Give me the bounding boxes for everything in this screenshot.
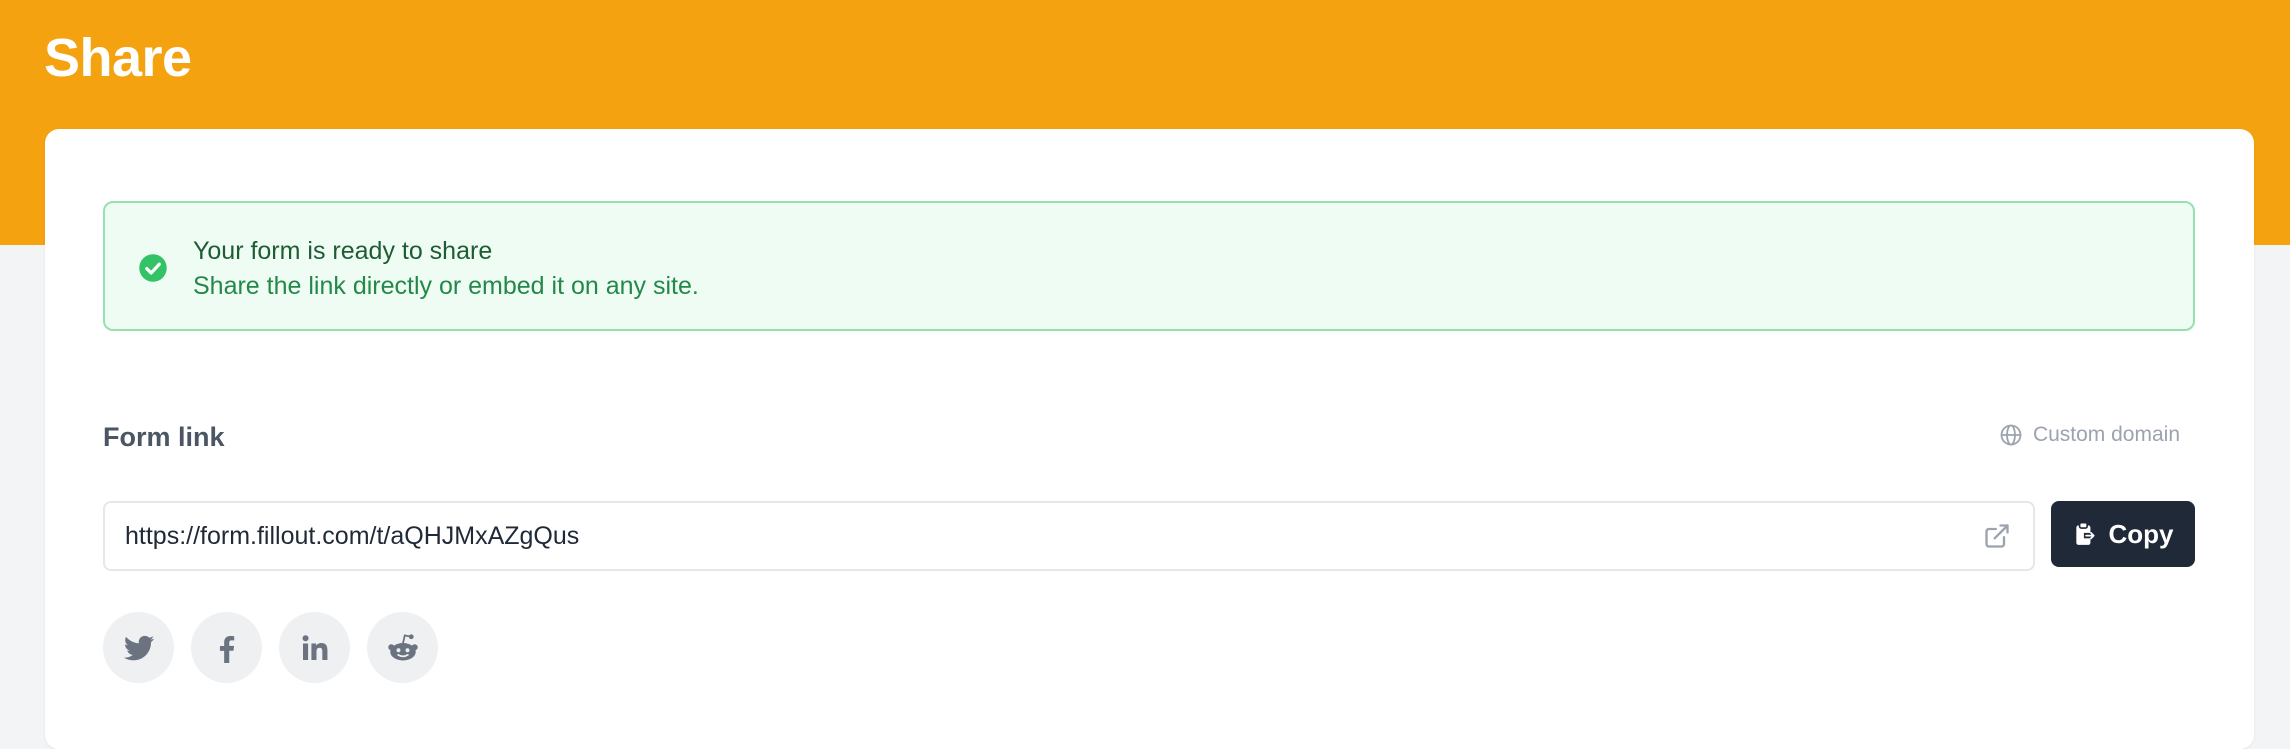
copy-button[interactable]: Copy <box>2051 501 2195 567</box>
clipboard-icon <box>2075 521 2095 545</box>
share-twitter-button[interactable] <box>103 612 174 683</box>
alert-title: Your form is ready to share <box>193 237 493 265</box>
custom-domain-label: Custom domain <box>2032 423 2180 446</box>
share-linkedin-button[interactable] <box>279 612 350 683</box>
alert-message: Share the link directly or embed it on a… <box>193 272 699 300</box>
external-link-icon[interactable] <box>1983 522 2011 550</box>
share-card: Your form is ready to share Share the li… <box>45 129 2254 749</box>
form-link-field <box>103 501 2035 571</box>
share-facebook-button[interactable] <box>191 612 262 683</box>
reddit-icon <box>387 633 418 660</box>
success-alert: Your form is ready to share Share the li… <box>103 201 2195 331</box>
share-reddit-button[interactable] <box>367 612 438 683</box>
copy-button-label: Copy <box>2108 518 2174 549</box>
linkedin-icon <box>302 634 327 660</box>
social-share-buttons <box>103 612 438 683</box>
form-link-input[interactable] <box>125 503 1945 569</box>
globe-icon <box>2000 424 2022 446</box>
form-link-label: Form link <box>103 422 225 452</box>
check-circle-icon <box>139 254 167 282</box>
custom-domain-link[interactable]: Custom domain <box>1999 423 2180 447</box>
twitter-icon <box>123 635 154 660</box>
facebook-icon <box>219 635 234 663</box>
page-title: Share <box>44 28 192 88</box>
